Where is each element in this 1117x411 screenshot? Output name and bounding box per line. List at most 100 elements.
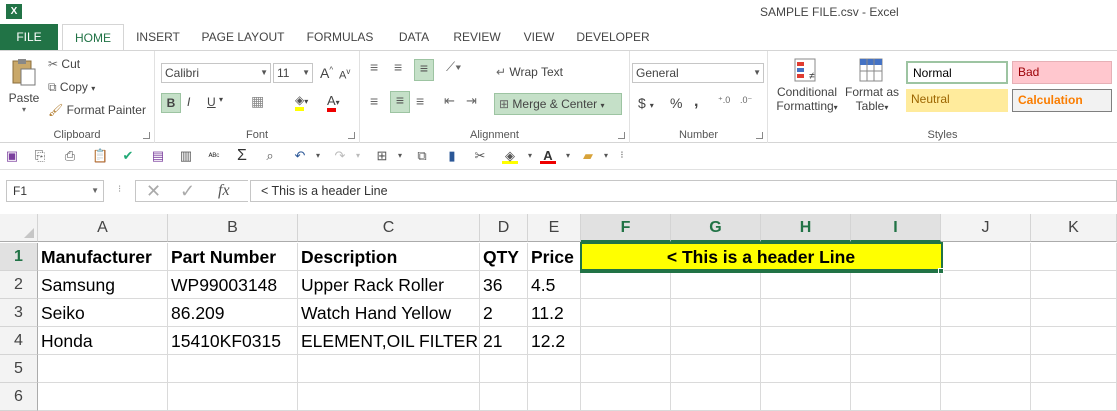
scissors-icon[interactable]: ✂	[472, 148, 488, 164]
row-header-6[interactable]: 6	[0, 383, 38, 411]
tab-data[interactable]: DATA	[390, 24, 438, 50]
shrink-font-button[interactable]: Av	[339, 67, 350, 82]
redo-dropdown-icon[interactable]: ▾	[350, 148, 366, 164]
cell-f6[interactable]	[581, 383, 671, 411]
cancel-icon[interactable]: ✕	[146, 181, 161, 201]
cell-f4[interactable]	[581, 327, 671, 355]
underline-button[interactable]: U	[207, 95, 216, 109]
cell-d4[interactable]: 21	[480, 327, 528, 355]
row-header-2[interactable]: 2	[0, 271, 38, 299]
paste-button[interactable]: Paste ▾	[6, 57, 42, 114]
row-header-1[interactable]: 1	[0, 243, 38, 271]
cell-i2[interactable]	[851, 271, 941, 299]
cell-a5[interactable]	[38, 355, 168, 383]
fill-dropdown-icon[interactable]: ▾	[522, 148, 538, 164]
cell-c4[interactable]: ELEMENT,OIL FILTER	[298, 327, 480, 355]
column-header-b[interactable]: B	[168, 214, 298, 242]
clipboard-launcher-icon[interactable]	[143, 132, 150, 139]
cell-c3[interactable]: Watch Hand Yellow	[298, 299, 480, 327]
tab-view[interactable]: VIEW	[516, 24, 562, 50]
comma-button[interactable]: ,	[694, 93, 698, 111]
top-align-icon[interactable]: ≡	[370, 59, 378, 75]
cell-j4[interactable]	[941, 327, 1031, 355]
conditional-formatting-button[interactable]: ≠ Conditional Formatting▾	[772, 57, 842, 113]
cell-b2[interactable]: WP99003148	[168, 271, 298, 299]
cell-g6[interactable]	[671, 383, 761, 411]
cell-k2[interactable]	[1031, 271, 1117, 299]
fill-color-button[interactable]: ◈▾	[295, 93, 308, 111]
align-left-icon[interactable]: ≡	[370, 93, 378, 109]
open-icon[interactable]: ⎘	[32, 148, 48, 164]
row-header-4[interactable]: 4	[0, 327, 38, 355]
cell-i3[interactable]	[851, 299, 941, 327]
select-all-button[interactable]	[0, 214, 38, 242]
cell-c6[interactable]	[298, 383, 480, 411]
currency-button[interactable]: $ ▾	[638, 95, 654, 111]
cut-button[interactable]: ✂ Cut	[48, 57, 80, 71]
row-header-3[interactable]: 3	[0, 299, 38, 327]
font-launcher-icon[interactable]	[348, 132, 355, 139]
cell-j3[interactable]	[941, 299, 1031, 327]
cell-f3[interactable]	[581, 299, 671, 327]
column-header-d[interactable]: D	[480, 214, 528, 242]
number-launcher-icon[interactable]	[756, 132, 763, 139]
clipboard-icon[interactable]: 📋	[92, 148, 108, 164]
cell-i5[interactable]	[851, 355, 941, 383]
wrap-text-button[interactable]: ↵ Wrap Text	[496, 65, 563, 79]
percent-button[interactable]: %	[670, 95, 682, 111]
grow-font-button[interactable]: A^	[320, 65, 333, 81]
format-as-table-button[interactable]: Format as Table▾	[844, 57, 900, 113]
chart-icon[interactable]: ▮	[444, 148, 460, 164]
alignment-launcher-icon[interactable]	[618, 132, 625, 139]
decrease-indent-icon[interactable]: ⇤	[444, 93, 455, 109]
cell-a1[interactable]: Manufacturer	[38, 243, 168, 271]
cell-d1[interactable]: QTY	[480, 243, 528, 271]
style-bad[interactable]: Bad	[1012, 61, 1112, 84]
tab-file[interactable]: FILE	[0, 24, 58, 50]
style-neutral[interactable]: Neutral	[906, 89, 1008, 112]
copy-button[interactable]: ⧉ Copy ▾	[48, 80, 95, 95]
undo-dropdown-icon[interactable]: ▾	[310, 148, 326, 164]
column-header-g[interactable]: G	[671, 214, 761, 242]
cell-g3[interactable]	[671, 299, 761, 327]
fill-handle[interactable]	[938, 268, 944, 274]
enter-icon[interactable]: ✓	[180, 181, 195, 201]
number-format-select[interactable]: General ▼	[632, 63, 764, 83]
tab-review[interactable]: REVIEW	[448, 24, 506, 50]
borders-icon[interactable]: ▦	[251, 93, 264, 110]
cell-j1[interactable]	[941, 243, 1031, 271]
save-icon[interactable]: ▣	[4, 148, 20, 164]
folder-dropdown-icon[interactable]: ▾	[598, 148, 614, 164]
cell-a3[interactable]: Seiko	[38, 299, 168, 327]
bold-button[interactable]: B	[161, 93, 181, 113]
customize-toolbar-icon[interactable]: ⁝	[614, 148, 630, 164]
cell-e5[interactable]	[528, 355, 581, 383]
cell-k5[interactable]	[1031, 355, 1117, 383]
italic-button[interactable]: I	[187, 95, 190, 109]
cell-e4[interactable]: 12.2	[528, 327, 581, 355]
print-preview-icon[interactable]: ⎙	[62, 148, 78, 164]
cell-d6[interactable]	[480, 383, 528, 411]
underline-dropdown[interactable]: ▾	[219, 95, 223, 104]
bottom-align-icon[interactable]: ≡	[414, 59, 434, 81]
cell-e1[interactable]: Price	[528, 243, 581, 271]
orientation-icon[interactable]: ⟋▾	[446, 59, 461, 75]
cell-f2[interactable]	[581, 271, 671, 299]
cell-d3[interactable]: 2	[480, 299, 528, 327]
cell-k6[interactable]	[1031, 383, 1117, 411]
cell-i4[interactable]	[851, 327, 941, 355]
cell-k1[interactable]	[1031, 243, 1117, 271]
document-icon[interactable]: ▥	[178, 148, 194, 164]
cell-a4[interactable]: Honda	[38, 327, 168, 355]
cell-c5[interactable]	[298, 355, 480, 383]
insert-function-icon[interactable]: fx	[218, 181, 230, 201]
column-header-e[interactable]: E	[528, 214, 581, 242]
cell-b4[interactable]: 15410KF0315	[168, 327, 298, 355]
cell-j6[interactable]	[941, 383, 1031, 411]
undo-icon[interactable]: ↶	[292, 148, 308, 164]
style-normal[interactable]: Normal	[906, 61, 1008, 84]
cell-b5[interactable]	[168, 355, 298, 383]
align-center-icon[interactable]: ≡	[390, 91, 410, 113]
borders-dropdown-icon[interactable]: ▾	[392, 148, 408, 164]
cell-e3[interactable]: 11.2	[528, 299, 581, 327]
